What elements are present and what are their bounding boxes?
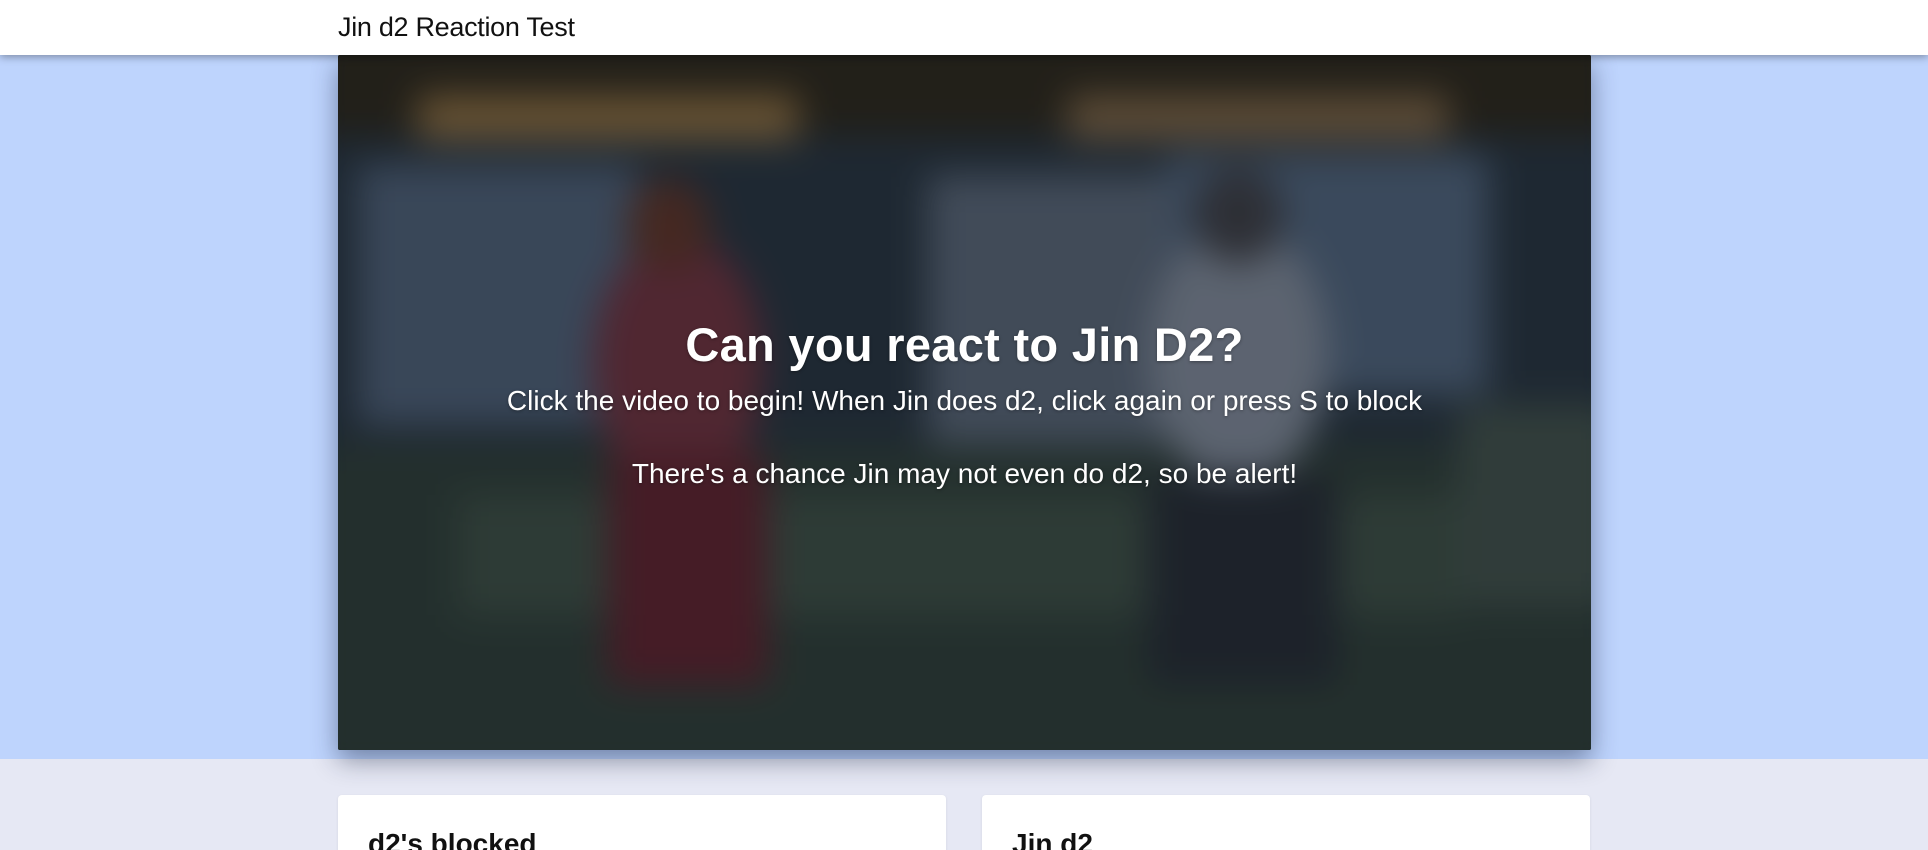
video-heading: Can you react to Jin D2? (685, 318, 1244, 371)
blocked-stats-title: d2's blocked (368, 828, 537, 850)
blocked-stats-card: d2's blocked (338, 795, 946, 850)
video-instruction: Click the video to begin! When Jin does … (506, 385, 1423, 416)
top-navbar: Jin d2 Reaction Test (0, 0, 1928, 55)
site-title[interactable]: Jin d2 Reaction Test (338, 12, 575, 43)
video-warning: There's a chance Jin may not even do d2,… (631, 458, 1298, 489)
jin-d2-stats-title: Jin d2 (1012, 828, 1093, 850)
video-player[interactable]: Can you react to Jin D2? Click the video… (338, 55, 1591, 750)
jin-d2-stats-card: Jin d2 (982, 795, 1590, 850)
